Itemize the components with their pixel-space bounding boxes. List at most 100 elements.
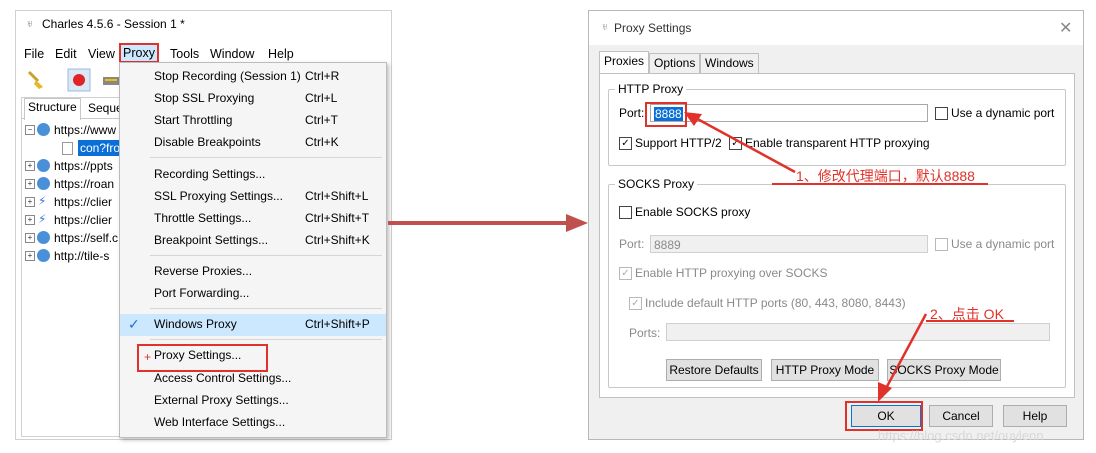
menu-item-label: Stop SSL Proxying (154, 91, 255, 105)
tree-row-label: http://tile-s (54, 249, 110, 263)
broom-icon[interactable] (24, 67, 50, 93)
tree-row[interactable]: + https://self.c (22, 230, 132, 246)
record-icon[interactable] (66, 67, 92, 93)
bolt-icon: ⚡ (38, 212, 47, 226)
menu-edit[interactable]: Edit (53, 46, 79, 62)
tree-row[interactable]: + https://roan (22, 176, 132, 192)
checkmark-icon: ✓ (128, 316, 140, 332)
menu-item-shortcut: Ctrl+Shift+T (305, 211, 370, 225)
socks-port-input[interactable]: 8889 (650, 235, 928, 253)
globe-icon (37, 231, 50, 244)
include-default-ports-checkbox[interactable]: ✓ (629, 297, 642, 310)
charles-app-icon: ♅ (26, 19, 34, 30)
menu-item-label: Start Throttling (154, 113, 233, 127)
menu-item-throttle-settings[interactable]: Throttle Settings... Ctrl+Shift+T (120, 208, 386, 230)
help-button[interactable]: Help (1003, 405, 1067, 427)
menu-proxy[interactable]: Proxy (119, 43, 159, 63)
socks-port-label: Port: (619, 237, 645, 251)
socks-port-value: 8889 (654, 238, 681, 252)
menu-item-reverse-proxies[interactable]: Reverse Proxies... (120, 261, 386, 283)
expand-icon[interactable]: + (25, 233, 35, 243)
dialog-tabs: Proxies Options Windows (599, 51, 1073, 79)
menu-item-port-forwarding[interactable]: Port Forwarding... (120, 283, 386, 305)
tree-row-selected[interactable]: con?fron (22, 140, 132, 156)
menu-separator (150, 157, 382, 158)
expand-icon[interactable]: + (25, 161, 35, 171)
menu-window[interactable]: Window (208, 46, 256, 62)
menu-item-stop-ssl-proxying[interactable]: Stop SSL Proxying Ctrl+L (120, 88, 386, 110)
menu-item-ssl-proxying-settings[interactable]: SSL Proxying Settings... Ctrl+Shift+L (120, 186, 386, 208)
menu-item-breakpoint-settings[interactable]: Breakpoint Settings... Ctrl+Shift+K (120, 230, 386, 252)
restore-defaults-button[interactable]: Restore Defaults (666, 359, 762, 381)
menu-item-label: Web Interface Settings... (154, 415, 286, 429)
port-label: Port: (619, 106, 645, 120)
http-over-socks-label: Enable HTTP proxying over SOCKS (635, 266, 828, 280)
tree-row-label: https://roan (54, 177, 115, 191)
dynamic-port-checkbox[interactable] (935, 107, 948, 120)
annotation-arrow-icon (684, 112, 796, 174)
menu-item-shortcut: Ctrl+L (305, 91, 338, 105)
menu-item-label: Access Control Settings... (154, 371, 292, 385)
support-http2-checkbox[interactable]: ✓ (619, 137, 632, 150)
cancel-button[interactable]: Cancel (929, 405, 993, 427)
menu-separator (150, 308, 382, 309)
expand-icon[interactable]: + (25, 197, 35, 207)
menu-item-label: SSL Proxying Settings... (154, 189, 283, 203)
menu-item-windows-proxy[interactable]: ✓ Windows Proxy Ctrl+Shift+P (120, 314, 386, 336)
expand-icon[interactable]: + (25, 251, 35, 261)
menu-item-stop-recording[interactable]: Stop Recording (Session 1) Ctrl+R (120, 66, 386, 88)
window-title: Charles 4.5.6 - Session 1 * (42, 17, 185, 31)
expand-icon[interactable]: + (25, 215, 35, 225)
menu-item-shortcut: Ctrl+T (305, 113, 338, 127)
tree-row[interactable]: + https://ppts (22, 158, 132, 174)
menu-item-start-throttling[interactable]: Start Throttling Ctrl+T (120, 110, 386, 132)
menu-item-label: Reverse Proxies... (154, 264, 253, 278)
annotation-underline (926, 320, 1014, 322)
menu-item-label: Breakpoint Settings... (154, 233, 269, 247)
menu-separator (150, 339, 382, 340)
view-tabs: Structure Seque (22, 98, 132, 120)
tree-row-label: https://clier (54, 213, 113, 227)
dialog-title: Proxy Settings (614, 21, 692, 35)
menu-help[interactable]: Help (266, 46, 296, 62)
menu-item-label: Recording Settings... (154, 167, 266, 181)
menu-item-disable-breakpoints[interactable]: Disable Breakpoints Ctrl+K (120, 132, 386, 154)
http-over-socks-checkbox[interactable]: ✓ (619, 267, 632, 280)
tree-row-label: https://www (54, 123, 117, 137)
socks-dynamic-port-checkbox[interactable] (935, 238, 948, 251)
charles-titlebar: ♅ Charles 4.5.6 - Session 1 * (16, 11, 391, 39)
menu-tools[interactable]: Tools (168, 46, 201, 62)
tree-row[interactable]: + ⚡ https://clier (22, 194, 132, 210)
expand-icon[interactable]: + (25, 179, 35, 189)
socks-proxy-group: SOCKS Proxy Enable SOCKS proxy Port: 888… (608, 177, 1066, 388)
globe-icon (37, 177, 50, 190)
ports-input[interactable] (666, 323, 1050, 341)
dynamic-port-label: Use a dynamic port (951, 106, 1055, 120)
menu-item-web-interface-settings[interactable]: Web Interface Settings... (120, 412, 386, 434)
menu-view[interactable]: View (86, 46, 117, 62)
dialog-titlebar: ♅ Proxy Settings ✕ (589, 11, 1083, 45)
tree-row[interactable]: − https://www (22, 122, 132, 138)
close-icon[interactable]: ✕ (1059, 18, 1072, 38)
http-proxy-mode-button[interactable]: HTTP Proxy Mode (771, 359, 879, 381)
menu-item-external-proxy-settings[interactable]: External Proxy Settings... (120, 390, 386, 412)
tab-structure[interactable]: Structure (24, 98, 81, 120)
tree-row-label: https://ppts (54, 159, 113, 173)
proxy-dropdown-menu: Stop Recording (Session 1) Ctrl+R Stop SS… (119, 62, 387, 438)
menu-item-label: Windows Proxy (154, 317, 237, 331)
tree-row[interactable]: + ⚡ https://clier (22, 212, 132, 228)
collapse-icon[interactable]: − (25, 125, 35, 135)
menu-item-recording-settings[interactable]: Recording Settings... (120, 164, 386, 186)
enable-socks-label: Enable SOCKS proxy (635, 205, 751, 219)
menu-item-shortcut: Ctrl+Shift+K (305, 233, 370, 247)
ports-label: Ports: (629, 326, 661, 340)
annotation-arrow-icon (878, 313, 928, 402)
http-proxy-group: HTTP Proxy Port: 8888 Use a dynamic port… (608, 82, 1066, 166)
globe-icon (37, 123, 50, 136)
bolt-icon: ⚡ (38, 194, 47, 208)
menu-file[interactable]: File (22, 46, 46, 62)
enable-socks-checkbox[interactable] (619, 206, 632, 219)
arrow-right-icon (388, 214, 588, 232)
tree-row[interactable]: + http://tile-s (22, 248, 132, 264)
menu-item-label: Disable Breakpoints (154, 135, 261, 149)
